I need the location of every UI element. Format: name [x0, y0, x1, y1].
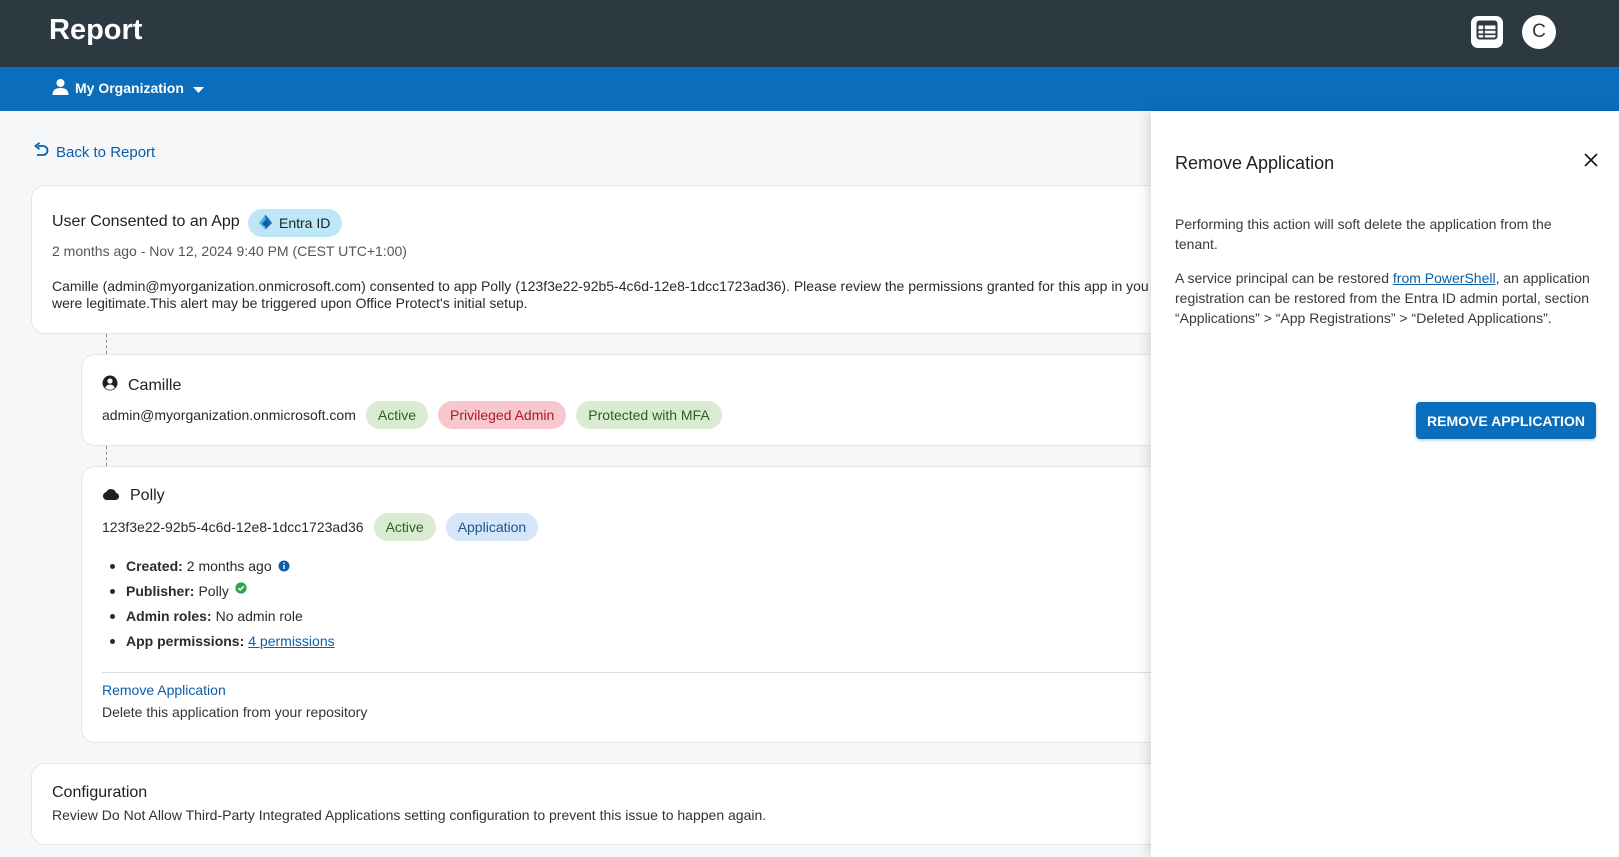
- status-badge-active: Active: [365, 401, 428, 429]
- created-value: 2 months ago: [186, 557, 272, 574]
- organization-selector[interactable]: My Organization: [52, 78, 210, 98]
- undo-arrow-icon: [33, 142, 56, 162]
- list-item: Created: 2 months ago: [106, 553, 335, 578]
- person-icon: [52, 78, 75, 98]
- app-permissions-label: App permissions:: [126, 632, 245, 649]
- back-link-label: Back to Report: [56, 143, 156, 161]
- source-badge-label: Entra ID: [279, 215, 331, 231]
- configuration-card: Configuration Review Do Not Allow Third-…: [31, 763, 1231, 845]
- top-bar: Report C: [0, 0, 1619, 67]
- created-label: Created:: [126, 557, 183, 574]
- application-details-list: Created: 2 months ago Publisher: Polly A…: [106, 553, 335, 653]
- organization-name: My Organization: [75, 80, 184, 96]
- entra-id-logo-icon: [258, 214, 279, 233]
- event-card: User Consented to an App Entra ID 2 mont…: [31, 185, 1231, 334]
- application-header: Polly: [102, 487, 165, 505]
- organization-bar: My Organization: [0, 67, 1619, 111]
- divider: [102, 672, 1232, 673]
- admin-roles-label: Admin roles:: [126, 607, 212, 624]
- event-time: 2 months ago - Nov 12, 2024 9:40 PM (CES…: [52, 243, 407, 259]
- table-calendar-icon: [1476, 20, 1498, 45]
- configuration-title: Configuration: [52, 784, 148, 801]
- user-info-row: admin@myorganization.onmicrosoft.com Act…: [102, 401, 722, 429]
- page-title: Report: [49, 14, 143, 46]
- from-powershell-link[interactable]: from PowerShell: [1393, 270, 1496, 286]
- drawer-paragraph: A service principal can be restored from…: [1175, 268, 1595, 328]
- remove-application-drawer: Remove Application Performing this actio…: [1151, 111, 1619, 857]
- list-item: Admin roles: No admin role: [106, 603, 335, 628]
- info-icon[interactable]: [278, 560, 290, 572]
- close-icon: [1584, 152, 1598, 172]
- application-type-badge: Application: [445, 513, 539, 541]
- configuration-description: Review Do Not Allow Third-Party Integrat…: [52, 807, 767, 823]
- cloud-icon: [102, 487, 130, 505]
- event-description-line: were legitimate.This alert may be trigge…: [52, 295, 528, 311]
- tree-connector: [106, 334, 107, 354]
- user-name: Camille: [128, 376, 182, 394]
- publisher-label: Publisher:: [126, 582, 195, 599]
- verified-check-icon: [235, 581, 247, 594]
- mfa-badge: Protected with MFA: [576, 401, 722, 429]
- drawer-paragraph: Performing this action will soft delete …: [1175, 216, 1552, 252]
- user-email: admin@myorganization.onmicrosoft.com: [102, 407, 356, 423]
- user-avatar[interactable]: C: [1522, 15, 1556, 49]
- event-description-line: Camille (admin@myorganization.onmicrosof…: [52, 278, 1149, 294]
- source-badge: Entra ID: [248, 209, 343, 237]
- privileged-admin-badge: Privileged Admin: [438, 401, 567, 429]
- drawer-paragraph-text: A service principal can be restored: [1175, 270, 1393, 286]
- publisher-value: Polly: [198, 582, 229, 599]
- application-id: 123f3e22-92b5-4c6d-12e8-1dcc1723ad36: [102, 519, 364, 535]
- tree-connector: [106, 446, 107, 466]
- back-to-report-link[interactable]: Back to Report: [33, 142, 155, 162]
- status-badge-active: Active: [373, 513, 436, 541]
- account-circle-icon: [102, 375, 128, 396]
- chevron-down-icon: [192, 80, 210, 96]
- admin-roles-value: No admin role: [215, 607, 303, 624]
- list-item: Publisher: Polly: [106, 578, 335, 603]
- remove-application-description: Delete this application from your reposi…: [102, 704, 368, 720]
- drawer-title: Remove Application: [1175, 153, 1335, 173]
- application-card: Polly 123f3e22-92b5-4c6d-12e8-1dcc1723ad…: [81, 466, 1232, 743]
- application-info-row: 123f3e22-92b5-4c6d-12e8-1dcc1723ad36 Act…: [102, 513, 539, 541]
- list-item: App permissions: 4 permissions: [106, 628, 335, 653]
- event-description: Camille (admin@myorganization.onmicrosof…: [52, 278, 1217, 312]
- remove-application-button[interactable]: REMOVE APPLICATION: [1416, 402, 1596, 439]
- user-card: Camille admin@myorganization.onmicrosoft…: [81, 354, 1231, 446]
- app-permissions-link[interactable]: 4 permissions: [248, 633, 334, 649]
- close-drawer-button[interactable]: [1581, 152, 1601, 172]
- application-name: Polly: [130, 487, 165, 504]
- remove-application-link[interactable]: Remove Application: [102, 682, 226, 698]
- user-header: Camille: [102, 375, 181, 396]
- calendar-button[interactable]: [1471, 16, 1503, 48]
- event-title: User Consented to an App: [52, 213, 240, 230]
